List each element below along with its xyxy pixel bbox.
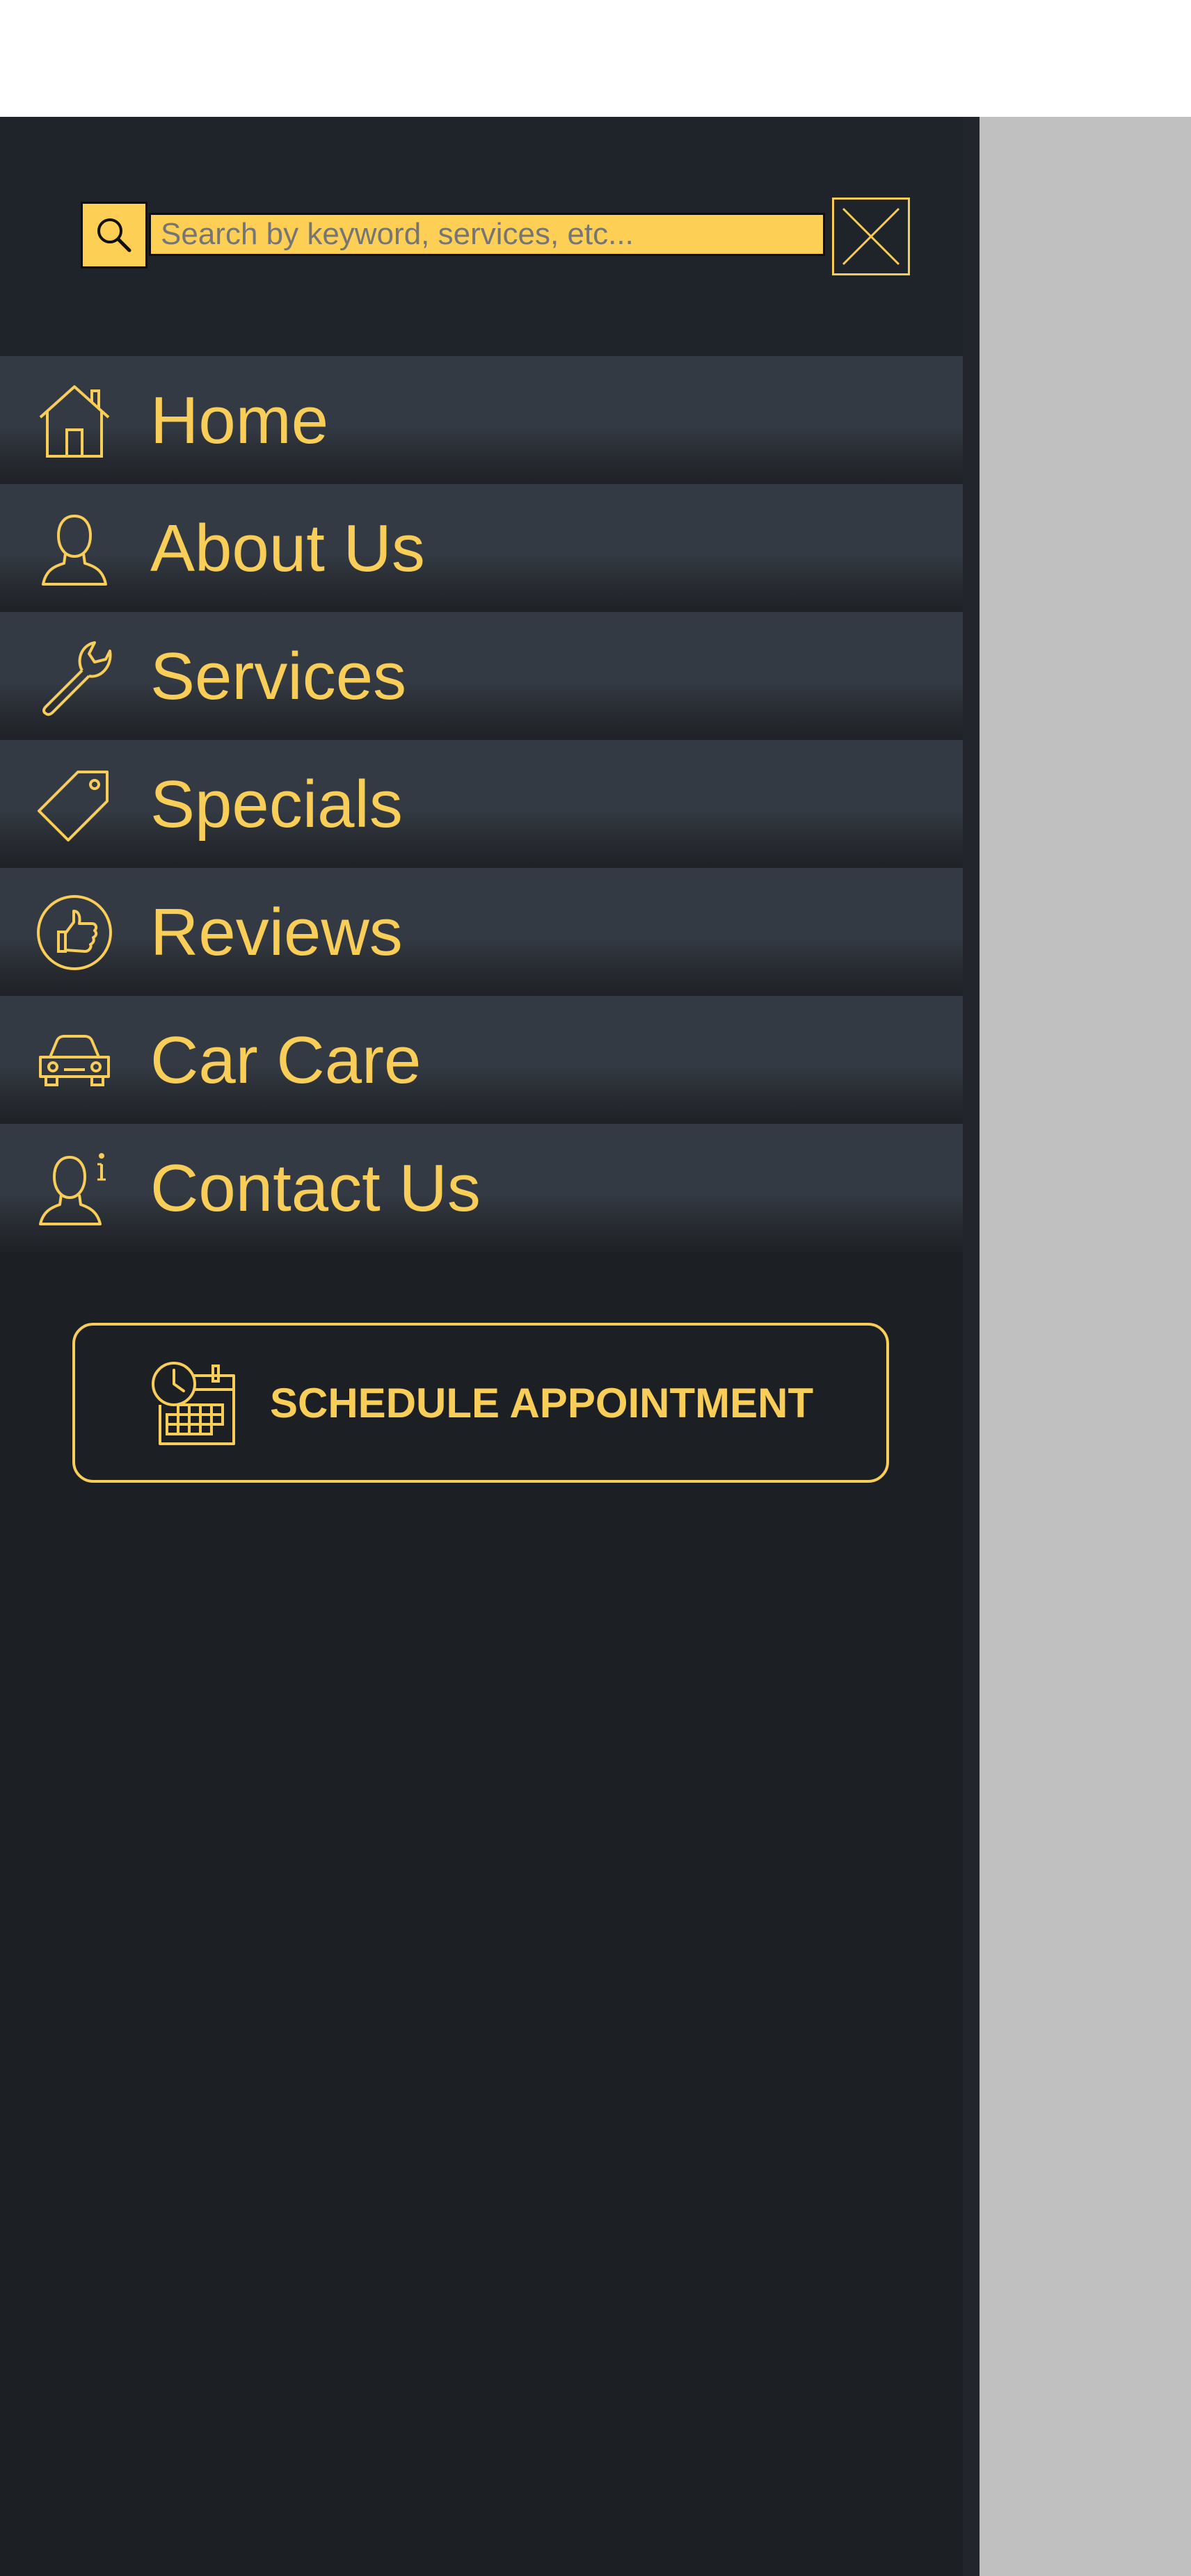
nav-item-label: Services bbox=[150, 639, 407, 714]
nav-item-label: Home bbox=[150, 383, 329, 458]
nav-item-label: Car Care bbox=[150, 1023, 422, 1097]
nav-item-services[interactable]: Services bbox=[0, 612, 963, 740]
nav-item-car-care[interactable]: Car Care bbox=[0, 996, 963, 1124]
wrench-icon bbox=[42, 641, 112, 716]
page-header bbox=[0, 0, 1191, 117]
close-button[interactable] bbox=[832, 198, 910, 275]
schedule-appointment-button[interactable]: SCHEDULE APPOINTMENT bbox=[72, 1323, 889, 1483]
person-icon bbox=[42, 514, 107, 586]
nav-item-home[interactable]: Home bbox=[0, 356, 963, 484]
close-icon bbox=[842, 207, 900, 266]
person-info-icon bbox=[39, 1153, 106, 1225]
calendar-clock-icon bbox=[152, 1362, 235, 1445]
nav-item-label: Specials bbox=[150, 767, 403, 842]
tag-icon bbox=[38, 771, 109, 842]
nav-item-label: Contact Us bbox=[150, 1151, 481, 1225]
nav-item-label: Reviews bbox=[150, 895, 403, 969]
home-icon bbox=[39, 385, 110, 458]
thumbs-up-icon bbox=[37, 895, 112, 970]
page-overlay[interactable] bbox=[980, 117, 1191, 2576]
drawer-header bbox=[0, 117, 963, 356]
search-icon bbox=[97, 218, 131, 252]
schedule-appointment-label: SCHEDULE APPOINTMENT bbox=[270, 1380, 814, 1426]
nav-item-label: About Us bbox=[150, 511, 425, 586]
nav-menu: Home About Us Services Specials Reviews … bbox=[0, 356, 963, 1252]
drawer-edge bbox=[963, 117, 980, 2576]
car-icon bbox=[39, 1035, 110, 1086]
nav-item-contact-us[interactable]: Contact Us bbox=[0, 1124, 963, 1252]
search-input[interactable] bbox=[149, 213, 825, 256]
search-bar bbox=[81, 202, 825, 270]
nav-item-reviews[interactable]: Reviews bbox=[0, 868, 963, 996]
nav-drawer: Home About Us Services Specials bbox=[0, 117, 980, 2576]
search-button[interactable] bbox=[81, 202, 147, 268]
nav-item-about-us[interactable]: About Us bbox=[0, 484, 963, 612]
nav-item-specials[interactable]: Specials bbox=[0, 740, 963, 868]
